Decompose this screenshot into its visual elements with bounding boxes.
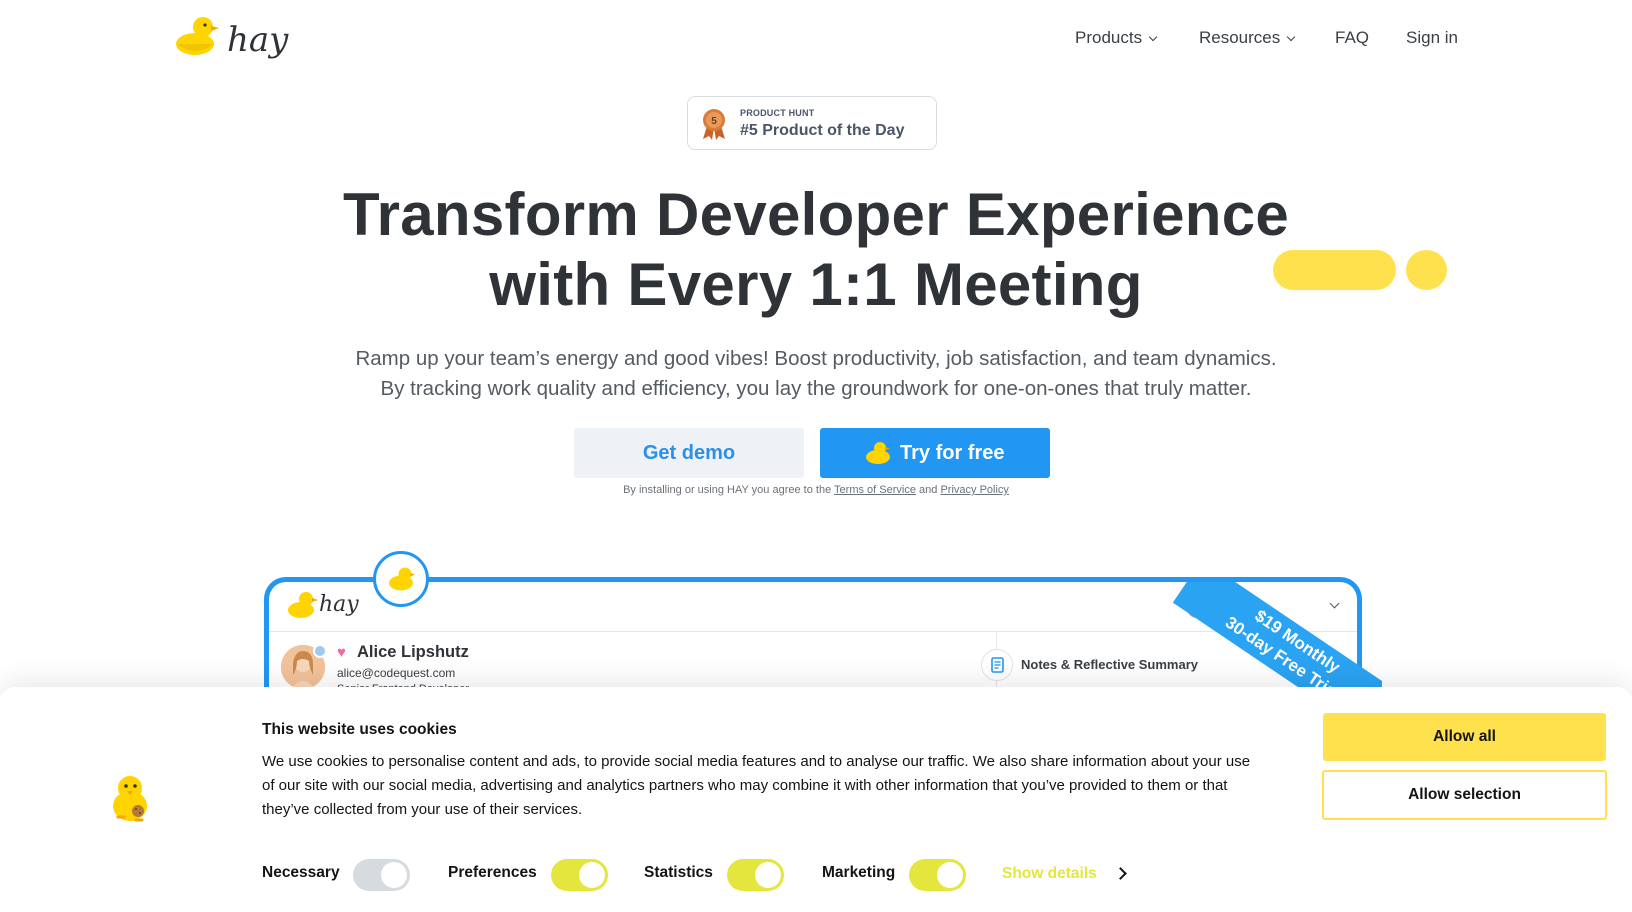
toggle-knob [937,862,963,888]
account-avatar[interactable] [1187,598,1207,618]
product-hunt-rank: #5 Product of the Day [740,122,905,139]
product-hunt-label: PRODUCT HUNT [740,108,815,118]
chevron-down-icon [1148,32,1158,42]
hay-logo[interactable]: hay [175,14,289,66]
user-name: Alice Lipshutz [357,643,469,661]
decorative-pill [1273,250,1396,290]
show-details-link[interactable]: Show details [1002,865,1097,883]
preview-logo: hay [287,590,359,626]
necessary-toggle [353,859,410,891]
medal-icon: 5 [703,109,725,140]
marketing-toggle[interactable] [909,859,966,891]
nav-sign-in[interactable]: Sign in [1406,28,1458,48]
allow-selection-button[interactable]: Allow selection [1322,770,1607,820]
get-demo-button[interactable]: Get demo [574,428,804,478]
document-icon [991,657,1004,673]
duck-icon [389,567,415,591]
statistics-toggle[interactable] [727,859,784,891]
hero-subtitle: Ramp up your team’s energy and good vibe… [216,344,1416,404]
privacy-policy-link[interactable]: Privacy Policy [940,484,1008,496]
nav-faq[interactable]: FAQ [1335,28,1369,48]
divider [269,631,1357,632]
preferences-toggle[interactable] [551,859,608,891]
nav-products[interactable]: Products [1075,28,1158,48]
hero-title: Transform Developer Experience with Ever… [216,180,1416,320]
try-for-free-button[interactable]: Try for free [820,428,1050,478]
notes-icon[interactable] [981,649,1013,681]
chevron-down-icon[interactable] [1329,598,1340,609]
legal-notice: By installing or using HAY you agree to … [500,484,1132,496]
nav-resources[interactable]: Resources [1199,28,1296,48]
status-badge [313,644,327,658]
statistics-label: Statistics [644,864,713,881]
legal-prefix: By installing or using HAY you agree to … [623,484,832,496]
marketing-label: Marketing [822,864,896,881]
decorative-dot [1406,250,1447,290]
cookie-banner: This website uses cookies We use cookies… [0,687,1632,912]
necessary-label: Necessary [262,864,340,881]
terms-of-service-link[interactable]: Terms of Service [834,484,916,496]
cookie-title: This website uses cookies [262,721,457,738]
toggle-knob [579,862,605,888]
user-email: alice@codequest.com [337,666,456,680]
app-preview: hay ♥ Alice Lipshutz alice@codequest.com… [264,577,1362,697]
chevron-down-icon [1287,32,1296,42]
hero-title-line-1: Transform Developer Experience [342,181,1290,248]
cookie-description: We use cookies to personalise content an… [262,753,1251,818]
allow-all-button[interactable]: Allow all [1323,713,1606,761]
product-hunt-badge[interactable]: 5 PRODUCT HUNT #5 Product of the Day [687,96,937,150]
duck-logo-icon [288,592,318,618]
nav-products-label: Products [1075,28,1143,47]
hero-subtitle-line-1: Ramp up your team’s energy and good vibe… [355,347,1277,370]
nav-resources-label: Resources [1199,28,1281,47]
duck-icon [866,442,890,464]
svg-text:5: 5 [711,116,717,127]
hero-subtitle-line-2: By tracking work quality and efficiency,… [380,377,1252,400]
duck-avatar-circle [373,551,429,607]
hero-title-line-2: with Every 1:1 Meeting [489,251,1143,318]
toggle-knob [381,862,407,888]
notes-summary-label: Notes & Reflective Summary [1021,657,1199,672]
heart-icon: ♥ [337,644,346,661]
legal-and: and [919,484,938,496]
toggle-knob [755,862,781,888]
logo-wordmark: hay [227,20,289,60]
duck-mascot-icon [113,776,147,822]
preferences-label: Preferences [448,864,537,881]
try-for-free-label: Try for free [900,442,1005,464]
preview-logo-wordmark: hay [319,592,359,617]
chevron-right-icon[interactable] [1114,867,1127,880]
